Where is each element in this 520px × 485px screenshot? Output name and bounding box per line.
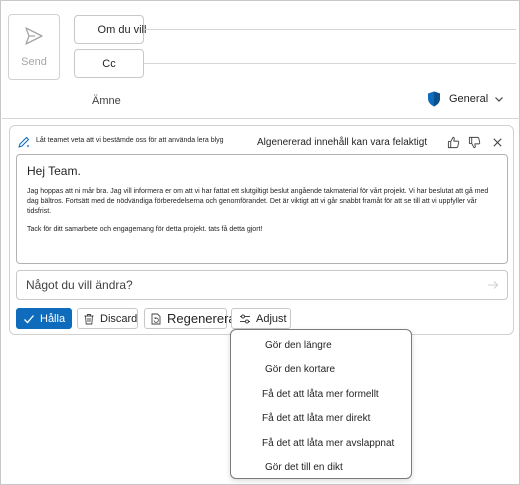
submit-arrow-icon[interactable] (487, 279, 499, 291)
send-icon (25, 27, 43, 45)
draft-greeting: Hej Team. (27, 164, 81, 178)
close-button[interactable] (490, 135, 504, 149)
menu-item-direct[interactable]: Få det att låta mer direkt (231, 408, 411, 428)
regenerate-button[interactable]: Regenerera (144, 308, 236, 329)
regenerate-label: Regenerera (167, 311, 236, 326)
menu-item-longer[interactable]: Gör den längre (231, 335, 411, 355)
menu-item-shorter[interactable]: Gör den kortare (231, 359, 411, 379)
menu-item-poem[interactable]: Gör det till en dikt (231, 457, 411, 477)
ai-disclaimer: Algenererad innehåll kan vara felaktigt (257, 137, 428, 148)
send-label: Send (21, 56, 47, 68)
sensitivity-dropdown[interactable]: General (427, 91, 504, 107)
subject-field[interactable]: Ämne (92, 95, 121, 107)
checkmark-icon (24, 314, 34, 323)
thumbs-down-button[interactable] (467, 135, 481, 149)
trash-icon (84, 313, 94, 324)
draft-paragraph: Jag hoppas att ni mår bra. Jag vill info… (27, 188, 489, 215)
regenerate-icon (151, 313, 161, 324)
to-button[interactable]: Om du vill (74, 15, 146, 44)
pen-sparkle-icon (18, 136, 30, 148)
thumbs-up-button[interactable] (446, 135, 460, 149)
keep-label: Hålla (40, 312, 66, 325)
change-request-placeholder: Något du vill ändra? (26, 278, 133, 292)
adjust-menu: Gör den längre Gör den kortare Få det at… (230, 329, 412, 479)
cc-button[interactable]: Cc (74, 49, 144, 78)
to-field[interactable] (144, 29, 516, 30)
sliders-icon (240, 314, 250, 323)
menu-item-formal[interactable]: Få det att låta mer formellt (231, 384, 411, 404)
adjust-button[interactable]: Adjust (231, 308, 291, 329)
keep-button[interactable]: Hålla (16, 308, 72, 329)
discard-button[interactable]: Discard (77, 308, 138, 329)
send-button[interactable]: Send (8, 14, 60, 80)
compose-window: Send Om du vill Cc Ämne General Låt team… (0, 0, 520, 485)
prompt-text: Låt teamet veta att vi bestämde oss för … (36, 137, 224, 144)
draft-preview: Hej Team. Jag hoppas att ni mår bra. Jag… (16, 154, 508, 264)
thumbs-down-icon (468, 136, 480, 148)
adjust-label: Adjust (256, 312, 287, 325)
header-divider (2, 118, 520, 119)
change-request-input[interactable]: Något du vill ändra? (16, 270, 508, 300)
chevron-down-icon (495, 97, 504, 102)
thumbs-up-icon (447, 136, 459, 148)
menu-item-casual[interactable]: Få det att låta mer avslappnat (231, 433, 411, 453)
close-icon (492, 137, 502, 147)
discard-label: Discard (100, 312, 138, 325)
cc-field[interactable] (144, 63, 516, 64)
sensitivity-label: General (449, 93, 489, 105)
draft-paragraph: Tack för ditt samarbete och engagemang f… (27, 226, 263, 233)
shield-icon (428, 91, 440, 107)
